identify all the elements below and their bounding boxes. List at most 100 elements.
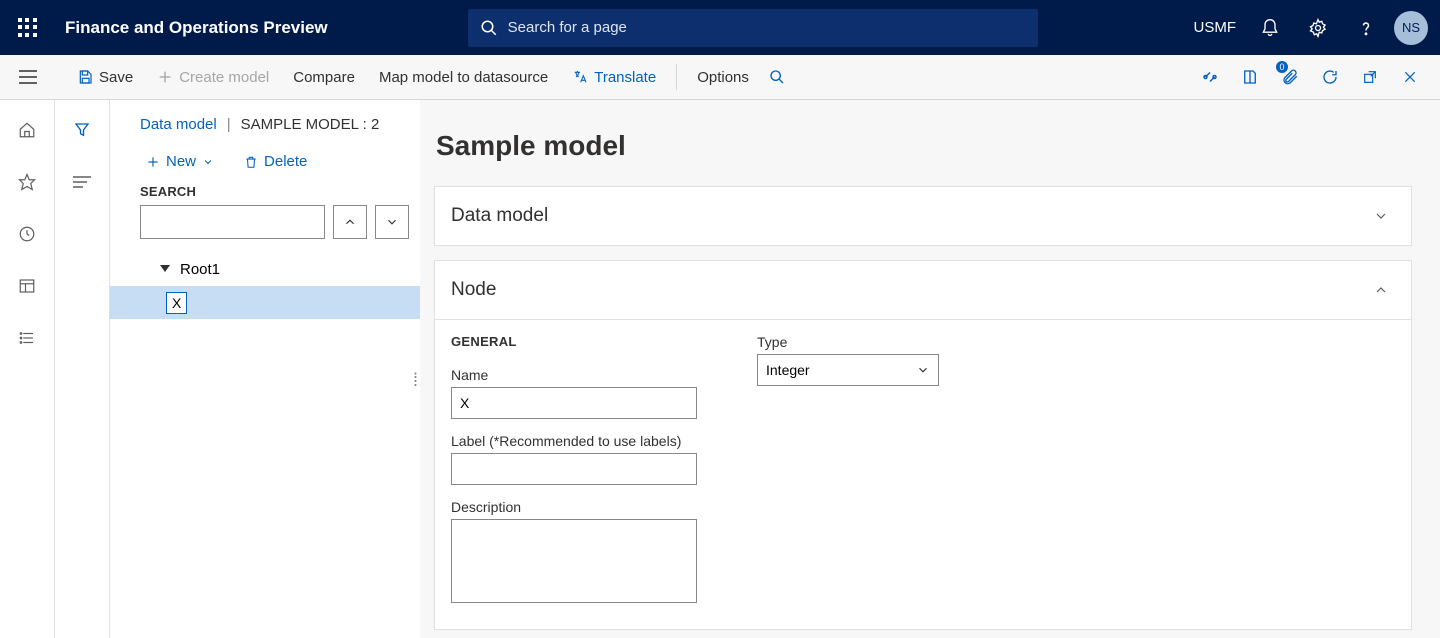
section-heading-general: GENERAL xyxy=(451,334,697,349)
tree-node-child[interactable]: X xyxy=(110,286,420,319)
save-label: Save xyxy=(99,69,133,86)
tree-node-root[interactable]: Root1 xyxy=(126,253,420,286)
plus-icon xyxy=(157,69,173,85)
divider xyxy=(676,64,677,90)
map-model-button[interactable]: Map model to datasource xyxy=(367,55,560,99)
filter-button[interactable] xyxy=(62,115,102,145)
bell-icon xyxy=(1260,18,1280,38)
star-icon xyxy=(18,173,36,191)
type-field-label: Type xyxy=(757,334,939,350)
filter-icon xyxy=(73,121,91,139)
card-header-data-model[interactable]: Data model xyxy=(435,187,1411,245)
breadcrumb: Data model | SAMPLE MODEL : 2 xyxy=(110,116,420,145)
save-icon xyxy=(77,69,93,85)
map-model-label: Map model to datasource xyxy=(379,69,548,86)
chevron-down-icon xyxy=(1373,208,1389,224)
new-label: New xyxy=(166,153,196,170)
search-placeholder: Search for a page xyxy=(508,19,627,36)
search-next-button[interactable] xyxy=(375,205,409,239)
popout-button[interactable] xyxy=(1350,55,1390,99)
name-field-label: Name xyxy=(451,367,697,383)
close-icon xyxy=(1402,69,1418,85)
chevron-down-icon xyxy=(916,363,930,377)
translate-button[interactable]: Translate xyxy=(560,55,668,99)
delete-label: Delete xyxy=(264,153,307,170)
refresh-button[interactable] xyxy=(1310,55,1350,99)
help-button[interactable] xyxy=(1342,0,1390,55)
search-label: SEARCH xyxy=(110,184,420,205)
delete-button[interactable]: Delete xyxy=(238,153,313,170)
chevron-up-icon xyxy=(1373,282,1389,298)
new-button[interactable]: New xyxy=(140,153,220,170)
open-in-office-button[interactable] xyxy=(1230,55,1270,99)
trash-icon xyxy=(244,155,258,169)
plus-icon xyxy=(146,155,160,169)
nav-favorites[interactable] xyxy=(7,167,47,197)
search-prev-button[interactable] xyxy=(333,205,367,239)
create-model-label: Create model xyxy=(179,69,269,86)
name-field[interactable] xyxy=(451,387,697,419)
nav-home[interactable] xyxy=(7,115,47,145)
notifications-button[interactable] xyxy=(1246,0,1294,55)
breadcrumb-sep: | xyxy=(227,116,231,133)
splitter-handle[interactable]: ⁞ xyxy=(413,370,418,391)
compare-label: Compare xyxy=(293,69,355,86)
popout-icon xyxy=(1362,69,1378,85)
global-search[interactable]: Search for a page xyxy=(468,9,1038,47)
grid-icon xyxy=(18,277,36,295)
app-title: Finance and Operations Preview xyxy=(65,18,328,38)
hamburger-icon xyxy=(19,70,37,84)
lines-icon xyxy=(73,175,91,189)
translate-label: Translate xyxy=(594,69,656,86)
list-icon xyxy=(18,329,36,347)
label-field-label: Label (*Recommended to use labels) xyxy=(451,433,697,449)
type-select[interactable]: Integer xyxy=(757,354,939,386)
tree-node-label: Root1 xyxy=(180,261,220,278)
related-lines-button[interactable] xyxy=(62,167,102,197)
cmdbar-search-button[interactable] xyxy=(761,55,793,99)
nav-recent[interactable] xyxy=(7,219,47,249)
translate-icon xyxy=(572,69,588,85)
breadcrumb-link-data-model[interactable]: Data model xyxy=(140,116,217,133)
tree-search-input[interactable] xyxy=(140,205,325,239)
attachments-button[interactable]: 0 xyxy=(1270,55,1310,99)
nav-toggle[interactable] xyxy=(0,55,55,100)
chevron-up-icon xyxy=(343,215,357,229)
book-icon xyxy=(1241,68,1259,86)
chevron-down-icon xyxy=(202,156,214,168)
link-icon xyxy=(1201,68,1219,86)
gear-icon xyxy=(1308,18,1328,38)
close-button[interactable] xyxy=(1390,55,1430,99)
card-data-model: Data model xyxy=(434,186,1412,246)
attachments-badge: 0 xyxy=(1276,61,1288,73)
nav-modules[interactable] xyxy=(7,323,47,353)
help-icon xyxy=(1356,18,1376,38)
save-button[interactable]: Save xyxy=(65,55,145,99)
label-field[interactable] xyxy=(451,453,697,485)
settings-button[interactable] xyxy=(1294,0,1342,55)
page-title: Sample model xyxy=(434,130,1412,162)
search-icon xyxy=(480,19,498,37)
clock-icon xyxy=(18,225,36,243)
link-button[interactable] xyxy=(1190,55,1230,99)
create-model-button: Create model xyxy=(145,55,281,99)
home-icon xyxy=(18,121,36,139)
expand-toggle[interactable] xyxy=(150,265,180,275)
breadcrumb-current: SAMPLE MODEL : 2 xyxy=(241,116,380,133)
tree-node-label: X xyxy=(166,292,187,314)
user-avatar[interactable]: NS xyxy=(1394,11,1428,45)
app-launcher[interactable] xyxy=(0,0,55,55)
nav-workspaces[interactable] xyxy=(7,271,47,301)
company-picker[interactable]: USMF xyxy=(1184,19,1247,36)
search-icon xyxy=(769,69,785,85)
card-node: Node GENERAL Name Label (*Recommended to… xyxy=(434,260,1412,630)
options-button[interactable]: Options xyxy=(685,55,761,99)
compare-button[interactable]: Compare xyxy=(281,55,367,99)
waffle-icon xyxy=(18,18,38,38)
description-field-label: Description xyxy=(451,499,697,515)
description-field[interactable] xyxy=(451,519,697,603)
card-title: Data model xyxy=(451,205,548,227)
card-header-node[interactable]: Node xyxy=(435,261,1411,319)
refresh-icon xyxy=(1321,68,1339,86)
triangle-down-icon xyxy=(160,265,170,275)
